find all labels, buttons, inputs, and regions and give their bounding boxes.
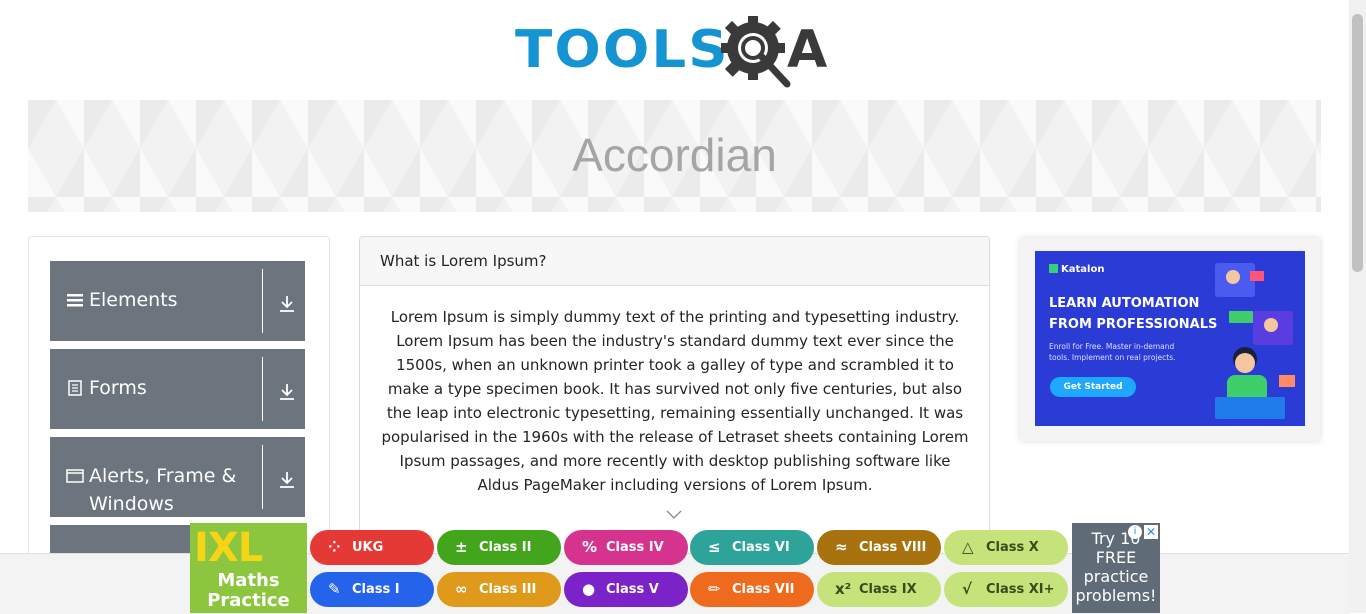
katalon-logo-icon (1049, 264, 1058, 273)
divider (262, 269, 263, 333)
sidebar-group-label: Forms (89, 377, 147, 399)
divider (262, 445, 263, 509)
ad-brand: Katalon (1049, 264, 1104, 275)
plus-minus-icon: ± (455, 538, 468, 556)
class-pill-ukg[interactable]: ⁘ UKG (310, 530, 434, 565)
page-banner: Accordian (28, 100, 1321, 212)
class-pill-class-vi[interactable]: ≤ Class VI (690, 530, 814, 565)
sidebar-group-label: Alerts, Frame & Windows (89, 465, 237, 515)
class-pill-class-ix[interactable]: x² Class IX (817, 572, 941, 607)
ixl-logo[interactable]: IXL Maths Practice (190, 523, 307, 613)
percent-icon: % (582, 538, 598, 556)
window-icon (66, 469, 84, 483)
sidebar-group-elements[interactable]: Elements (50, 261, 305, 341)
close-icon[interactable]: ✕ (1144, 525, 1158, 539)
side-ad-container: Katalon LEARN AUTOMATION FROM PROFESSION… (1020, 238, 1320, 441)
download-arrow-icon[interactable] (278, 295, 296, 313)
accordion: What is Lorem Ipsum? Lorem Ipsum is simp… (359, 236, 990, 578)
sidebar-group-forms[interactable]: Forms (50, 349, 305, 429)
class-pill-label: Class VIII (859, 540, 927, 555)
class-pill-class-viii[interactable]: ≈ Class VIII (817, 530, 941, 565)
infinity-icon: ∞ (455, 580, 468, 598)
pencil-icon: ✏ (708, 580, 721, 598)
class-pill-label: Class VII (732, 582, 795, 597)
katalon-ad[interactable]: Katalon LEARN AUTOMATION FROM PROFESSION… (1035, 251, 1305, 426)
accordion-section1-title: What is Lorem Ipsum? (380, 252, 547, 270)
class-pill-label: Class XI+ (986, 582, 1055, 597)
class-pill-class-vii[interactable]: ✏ Class VII (690, 572, 814, 607)
class-pill-label: Class VI (732, 540, 790, 555)
class-pill-label: Class V (606, 582, 659, 597)
class-pill-label: Class X (986, 540, 1039, 555)
gear-magnifier-icon (721, 16, 791, 88)
document-icon (68, 380, 82, 396)
toolsqa-logo[interactable]: TOOLS A (515, 14, 840, 90)
logo-text-a: A (787, 20, 828, 80)
logo-text-tools: TOOLS (515, 20, 730, 80)
pencil-cup-icon: ✎ (328, 580, 341, 598)
download-arrow-icon[interactable] (278, 383, 296, 401)
accordion-section1-header[interactable]: What is Lorem Ipsum? (360, 237, 989, 286)
root-icon: √ (962, 580, 973, 598)
class-pill-class-iii[interactable]: ∞ Class III (437, 572, 561, 607)
info-icon[interactable]: i (1128, 525, 1142, 539)
sidebar-group-label: Elements (89, 289, 178, 311)
class-pill-class-i[interactable]: ✎ Class I (310, 572, 434, 607)
triangle-icon: △ (962, 538, 974, 556)
class-pill-class-v[interactable]: ● Class V (564, 572, 688, 607)
class-pill-class-xi[interactable]: √ Class XI+ (944, 572, 1068, 607)
page-scrollbar[interactable] (1349, 0, 1366, 613)
class-pill-class-ii[interactable]: ± Class II (437, 530, 561, 565)
class-pill-label: Class I (352, 582, 400, 597)
try-free-ad[interactable]: Try 10 FREE practice problems! i ✕ (1072, 523, 1160, 613)
x-squared-icon: x² (835, 580, 852, 598)
apple-icon: ● (582, 580, 596, 598)
ad-illustration (1215, 263, 1295, 419)
class-pill-class-iv[interactable]: % Class IV (564, 530, 688, 565)
class-pill-label: Class III (479, 582, 537, 597)
scrollbar-thumb[interactable] (1352, 14, 1363, 272)
class-pill-label: UKG (352, 540, 384, 555)
dots-icon: ⁘ (328, 538, 341, 556)
download-arrow-icon[interactable] (278, 471, 296, 489)
ixl-logo-subtitle: Maths Practice (207, 570, 290, 611)
approx-icon: ≈ (835, 538, 848, 556)
class-pill-label: Class IX (859, 582, 917, 597)
class-pill-class-x[interactable]: △ Class X (944, 530, 1068, 565)
divider (262, 357, 263, 421)
accordion-section1-content: Lorem Ipsum is simply dummy text of the … (381, 308, 969, 494)
less-equal-icon: ≤ (708, 538, 721, 556)
ixl-logo-text: IXL (194, 525, 263, 571)
class-pill-label: Class II (479, 540, 532, 555)
class-pill-label: Class IV (606, 540, 664, 555)
page-title: Accordian (572, 129, 777, 181)
ad-subtext: Enroll for Free. Master in-demand tools.… (1049, 342, 1176, 362)
sidebar-group-alerts[interactable]: Alerts, Frame & Windows (50, 437, 305, 517)
get-started-button[interactable]: Get Started (1050, 377, 1136, 397)
hamburger-icon (67, 294, 83, 307)
chevron-down-icon (666, 510, 682, 519)
